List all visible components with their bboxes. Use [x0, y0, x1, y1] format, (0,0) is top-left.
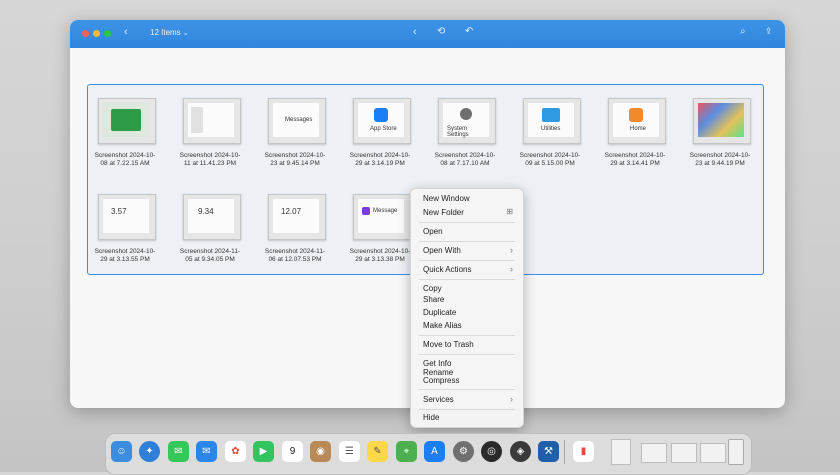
chevron-right-icon: ›: [510, 394, 513, 404]
menu-separator: [419, 222, 515, 223]
xcode-icon[interactable]: ⚒: [538, 441, 559, 462]
screenshot-stack-icon[interactable]: [641, 443, 667, 463]
menu-item-move-to-trash[interactable]: Move to Trash: [423, 340, 474, 349]
chevron-down-icon: ⌄: [182, 30, 189, 37]
file-thumbnail: App Store: [353, 98, 411, 144]
menu-item-hide[interactable]: Hide: [423, 413, 439, 422]
photos-icon[interactable]: ✿: [225, 441, 246, 462]
file-thumbnail: 3.57: [98, 194, 156, 240]
screenshot-stack-icon[interactable]: [671, 443, 697, 463]
search-icon[interactable]: ⌕: [740, 26, 746, 37]
file-label: Screenshot 2024-10- 29 at 3.13.38 PM: [349, 248, 411, 263]
context-menu: New Window New Folder ⊞ Open Open With ›…: [410, 188, 524, 428]
file-label: Screenshot 2024-10- 09 at 5.15.00 PM: [519, 152, 581, 167]
menu-item-duplicate[interactable]: Duplicate: [423, 308, 456, 317]
mail-icon[interactable]: ✉: [196, 441, 217, 462]
share-icon[interactable]: ⟲: [437, 26, 445, 37]
zoom-button[interactable]: [104, 30, 111, 37]
file-thumbnail: Home: [608, 98, 666, 144]
system-settings-icon[interactable]: ⚙: [453, 441, 474, 462]
messages-app-icon: [362, 207, 370, 215]
file-thumbnail: Utilities: [523, 98, 581, 144]
finder-icon[interactable]: ☺: [111, 441, 132, 462]
file-thumbnail: System Settings: [438, 98, 496, 144]
file-thumbnail: 12.07: [268, 194, 326, 240]
disk-utility-icon[interactable]: ◎: [481, 441, 502, 462]
file-thumbnail: [98, 98, 156, 144]
screenshot-stack-icon[interactable]: [700, 443, 726, 463]
menu-item-services[interactable]: Services: [423, 395, 454, 404]
dock: ☺ ✦ ✉ ✉ ✿ ▶ 9 ◉ ☰ ✎ ⌖ A ⚙ ◎ ◈ ⚒ ▮: [105, 433, 752, 475]
menu-item-quick-actions[interactable]: Quick Actions: [423, 265, 471, 274]
file-thumbnail: [693, 98, 751, 144]
menu-item-make-alias[interactable]: Make Alias: [423, 321, 462, 330]
chevron-right-icon: ›: [510, 245, 513, 255]
file-label: Screenshot 2024-10- 29 at 3.14.19 PM: [349, 152, 411, 167]
file-label: Screenshot 2024-10- 23 at 9.45.14 PM: [264, 152, 326, 167]
home-icon: [629, 108, 643, 122]
safari-icon[interactable]: ✦: [139, 441, 160, 462]
file-label: Screenshot 2024-10- 08 at 7.17.10 AM: [434, 152, 496, 167]
notes-icon[interactable]: ✎: [367, 441, 388, 462]
file-thumbnail: Messages: [268, 98, 326, 144]
file-label: Screenshot 2024-10- 08 at 7.22.15 AM: [94, 152, 156, 167]
contacts-icon[interactable]: ◉: [310, 441, 331, 462]
close-button[interactable]: [82, 30, 89, 37]
file-label: Screenshot 2024-10- 23 at 9.44.19 PM: [689, 152, 751, 167]
dock-divider: [564, 440, 565, 464]
messages-icon[interactable]: ✉: [168, 441, 189, 462]
app-store-icon: [374, 108, 388, 122]
file-label: Screenshot 2024-10- 29 at 3.14.41 PM: [604, 152, 666, 167]
file-label: Screenshot 2024-10- 11 at 11.41.23 PM: [179, 152, 241, 167]
menu-item-new-folder[interactable]: New Folder: [423, 208, 464, 217]
compass-icon[interactable]: ◈: [510, 441, 531, 462]
menu-separator: [419, 335, 515, 336]
menu-item-copy[interactable]: Copy: [423, 284, 442, 293]
menu-item-new-window[interactable]: New Window: [423, 194, 470, 203]
facetime-icon[interactable]: ▶: [253, 441, 274, 462]
items-count[interactable]: 12 Items ⌄: [150, 28, 189, 37]
folder-add-icon: ⊞: [506, 207, 513, 216]
folder-icon: [542, 108, 560, 122]
maps-icon[interactable]: ⌖: [396, 441, 417, 462]
undo-icon[interactable]: ↶: [465, 26, 473, 37]
file-thumbnail: Message: [353, 194, 411, 240]
app-store-icon[interactable]: A: [424, 441, 445, 462]
menu-item-open[interactable]: Open: [423, 227, 443, 236]
menu-separator: [419, 409, 515, 410]
file-label: Screenshot 2024-10- 29 at 3.13.55 PM: [94, 248, 156, 263]
menu-separator: [419, 260, 515, 261]
menu-separator: [419, 354, 515, 355]
activity-monitor-icon[interactable]: ▮: [573, 441, 594, 462]
file-thumbnail: [183, 98, 241, 144]
minimize-button[interactable]: [93, 30, 100, 37]
items-count-label: 12 Items: [150, 28, 181, 37]
calendar-day: 9: [289, 446, 296, 457]
share-sheet-icon[interactable]: ⇪: [765, 26, 773, 37]
menu-separator: [419, 279, 515, 280]
file-thumbnail: 9.34: [183, 194, 241, 240]
reminders-icon[interactable]: ☰: [339, 441, 360, 462]
file-label: Screenshot 2024-11- 06 at 12.07.53 PM: [264, 248, 326, 263]
menu-separator: [419, 241, 515, 242]
window-titlebar: ‹ 12 Items ⌄ ‹ ⟲ ↶ ⌕ ⇪: [70, 20, 785, 48]
calendar-icon[interactable]: 9: [282, 441, 303, 462]
menu-item-share[interactable]: Share: [423, 295, 444, 304]
document-stack-icon[interactable]: [611, 439, 631, 465]
back-nav-icon[interactable]: ‹: [413, 26, 417, 38]
trash-icon[interactable]: [728, 439, 744, 465]
gear-icon: [460, 108, 472, 120]
menu-item-compress[interactable]: Compress: [423, 376, 459, 385]
chevron-right-icon: ›: [510, 264, 513, 274]
menu-separator: [419, 389, 515, 390]
file-label: Screenshot 2024-11- 05 at 9.34.05 PM: [179, 248, 241, 263]
menu-item-get-info[interactable]: Get Info: [423, 359, 451, 368]
menu-item-open-with[interactable]: Open With: [423, 246, 461, 255]
back-icon[interactable]: ‹: [124, 26, 128, 38]
